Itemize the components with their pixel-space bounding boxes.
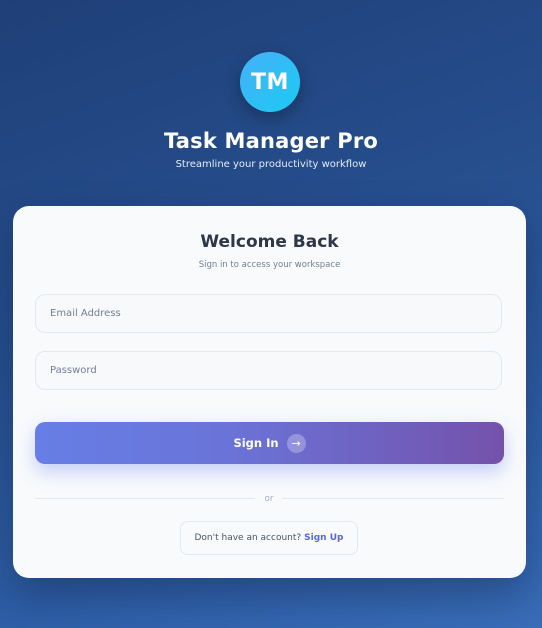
email-field[interactable] — [35, 294, 502, 333]
divider-line-right — [282, 498, 504, 499]
app-title: Task Manager Pro — [163, 129, 379, 153]
divider-text: or — [264, 494, 274, 504]
sign-in-button[interactable]: Sign In → — [35, 422, 504, 464]
signup-prompt-box: Don't have an account? Sign Up — [180, 521, 358, 555]
login-card: Welcome Back Sign in to access your work… — [13, 206, 526, 578]
sign-up-link[interactable]: Sign Up — [304, 533, 343, 543]
signup-prompt-text: Don't have an account? — [194, 533, 302, 543]
arrow-right-icon: → — [286, 433, 306, 453]
password-field[interactable] — [35, 351, 502, 390]
card-title: Welcome Back — [200, 232, 339, 252]
card-subtitle: Sign in to access your workspace — [198, 260, 341, 270]
sign-in-label: Sign In — [233, 436, 279, 450]
app-logo: TM — [240, 52, 300, 112]
app-subtitle: Streamline your productivity workflow — [175, 159, 367, 170]
divider-line-left — [35, 498, 255, 499]
